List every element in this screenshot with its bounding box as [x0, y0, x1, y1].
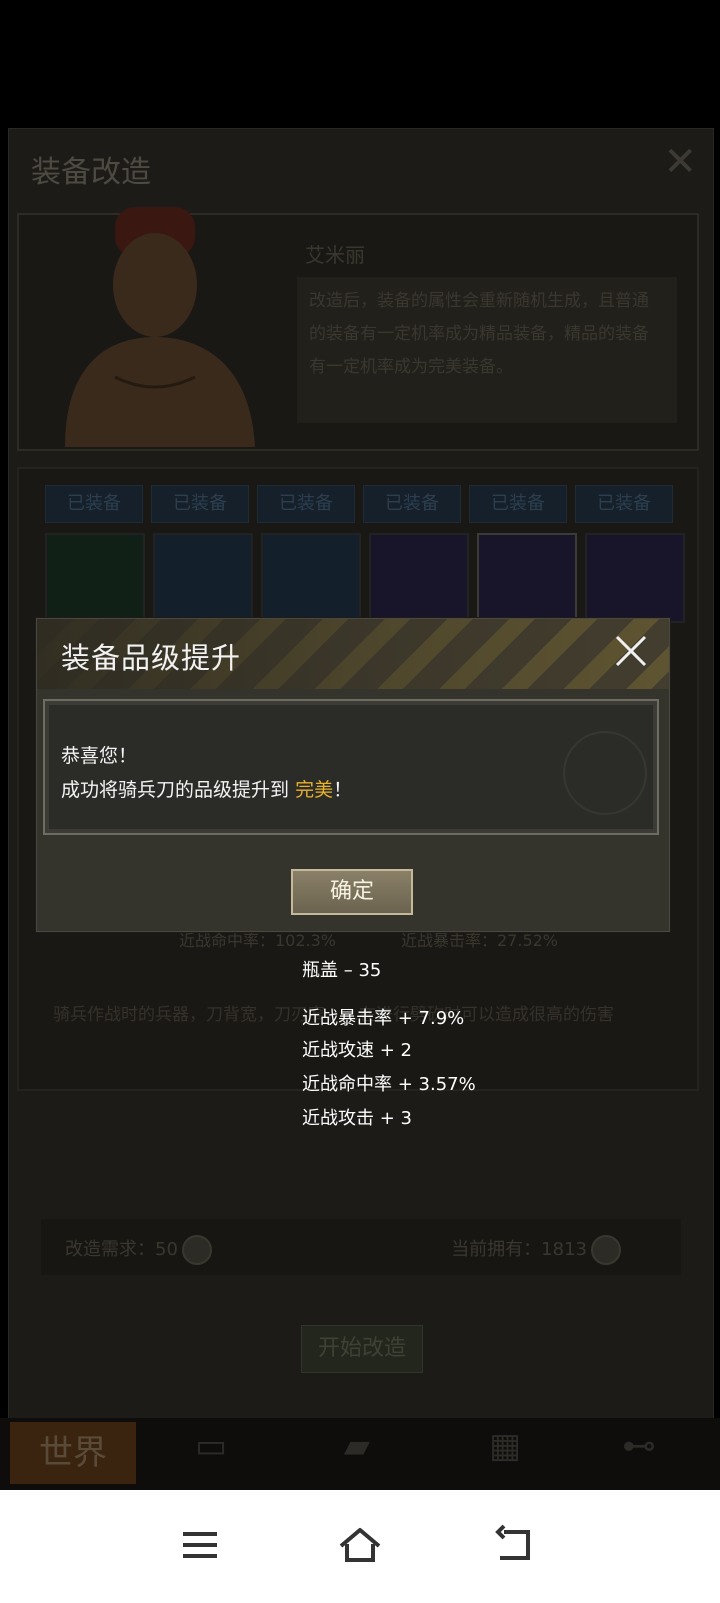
home-icon[interactable]: [335, 1520, 385, 1570]
message-box: 恭喜您！ 成功将骑兵刀的品级提升到 完美！: [43, 699, 659, 835]
upgrade-message-suffix: ！: [333, 779, 353, 801]
npc-dialog: 艾米丽 改造后，装备的属性会重新随机生成，且普通的装备有一定机率成为精品装备，精…: [17, 207, 699, 451]
owned-label: 当前拥有：1813: [451, 1235, 621, 1265]
grade-name: 完美: [295, 779, 334, 801]
reward-item: 瓶盖 – 35: [302, 960, 382, 981]
equipment-slot-blade[interactable]: [585, 533, 685, 623]
slot-tag: 已装备: [45, 485, 143, 523]
slot-tag: 已装备: [469, 485, 567, 523]
requirement-text: 改造需求：50: [65, 1239, 178, 1260]
npc-portrait: [65, 207, 255, 447]
reward-item: 近战命中率 + 3.57%: [302, 1074, 476, 1095]
equipment-slot-row: [45, 533, 685, 623]
panel-title: 装备改造: [31, 155, 151, 190]
cart-icon[interactable]: ⊷: [604, 1426, 674, 1470]
slot-tag: 已装备: [363, 485, 461, 523]
reward-item: 近战攻速 + 2: [302, 1040, 412, 1061]
tab-world[interactable]: 世界: [10, 1422, 136, 1484]
equipment-slot-shotgun[interactable]: [45, 533, 145, 623]
requirement-bar: 改造需求：50 当前拥有：1813: [41, 1219, 681, 1275]
reward-item: 近战暴击率 + 7.9%: [302, 1008, 465, 1029]
dialog-title: 装备品级提升: [61, 641, 242, 675]
slot-tag: 已装备: [575, 485, 673, 523]
confirm-button[interactable]: 确定: [291, 869, 413, 915]
grid-icon[interactable]: ▦: [470, 1426, 540, 1470]
back-icon[interactable]: [490, 1520, 540, 1570]
npc-description: 改造后，装备的属性会重新随机生成，且普通的装备有一定机率成为精品装备，精品的装备…: [297, 277, 677, 423]
equipment-slot-armor[interactable]: [369, 533, 469, 623]
npc-name: 艾米丽: [305, 243, 365, 267]
system-navigation-bar: [0, 1490, 720, 1603]
menu-icon[interactable]: [175, 1520, 225, 1570]
upgrade-message-prefix: 成功将骑兵刀的品级提升到: [61, 779, 290, 801]
equipment-slot-sabre[interactable]: [477, 533, 577, 623]
congrats-text: 恭喜您！: [61, 745, 138, 767]
anvil-icon[interactable]: ▰: [322, 1426, 392, 1470]
upgrade-message: 成功将骑兵刀的品级提升到 完美！: [61, 775, 352, 802]
equipment-slot-helmet[interactable]: [261, 533, 361, 623]
backpack-icon[interactable]: ▭: [176, 1426, 246, 1470]
slot-tag: 已装备: [151, 485, 249, 523]
equipment-slot-shield[interactable]: [153, 533, 253, 623]
slot-tag-row: 已装备 已装备 已装备 已装备 已装备 已装备: [45, 485, 673, 523]
reward-item: 近战攻击 + 3: [302, 1108, 412, 1129]
hazard-watermark-icon: [563, 731, 647, 815]
bottom-tab-bar: 世界 ▭ ▰ ▦ ⊷: [0, 1418, 720, 1490]
start-modify-button[interactable]: 开始改造: [301, 1325, 423, 1373]
bottlecap-icon: [181, 1235, 212, 1265]
requirement-label: 改造需求：50: [65, 1235, 212, 1265]
panel-close-icon: ✕: [663, 139, 697, 185]
slot-tag: 已装备: [257, 485, 355, 523]
bottlecap-icon: [591, 1235, 621, 1265]
owned-text: 当前拥有：1813: [451, 1239, 587, 1260]
grade-upgrade-dialog: 装备品级提升 恭喜您！ 成功将骑兵刀的品级提升到 完美！ 确定: [36, 618, 670, 932]
close-icon[interactable]: [609, 629, 653, 673]
